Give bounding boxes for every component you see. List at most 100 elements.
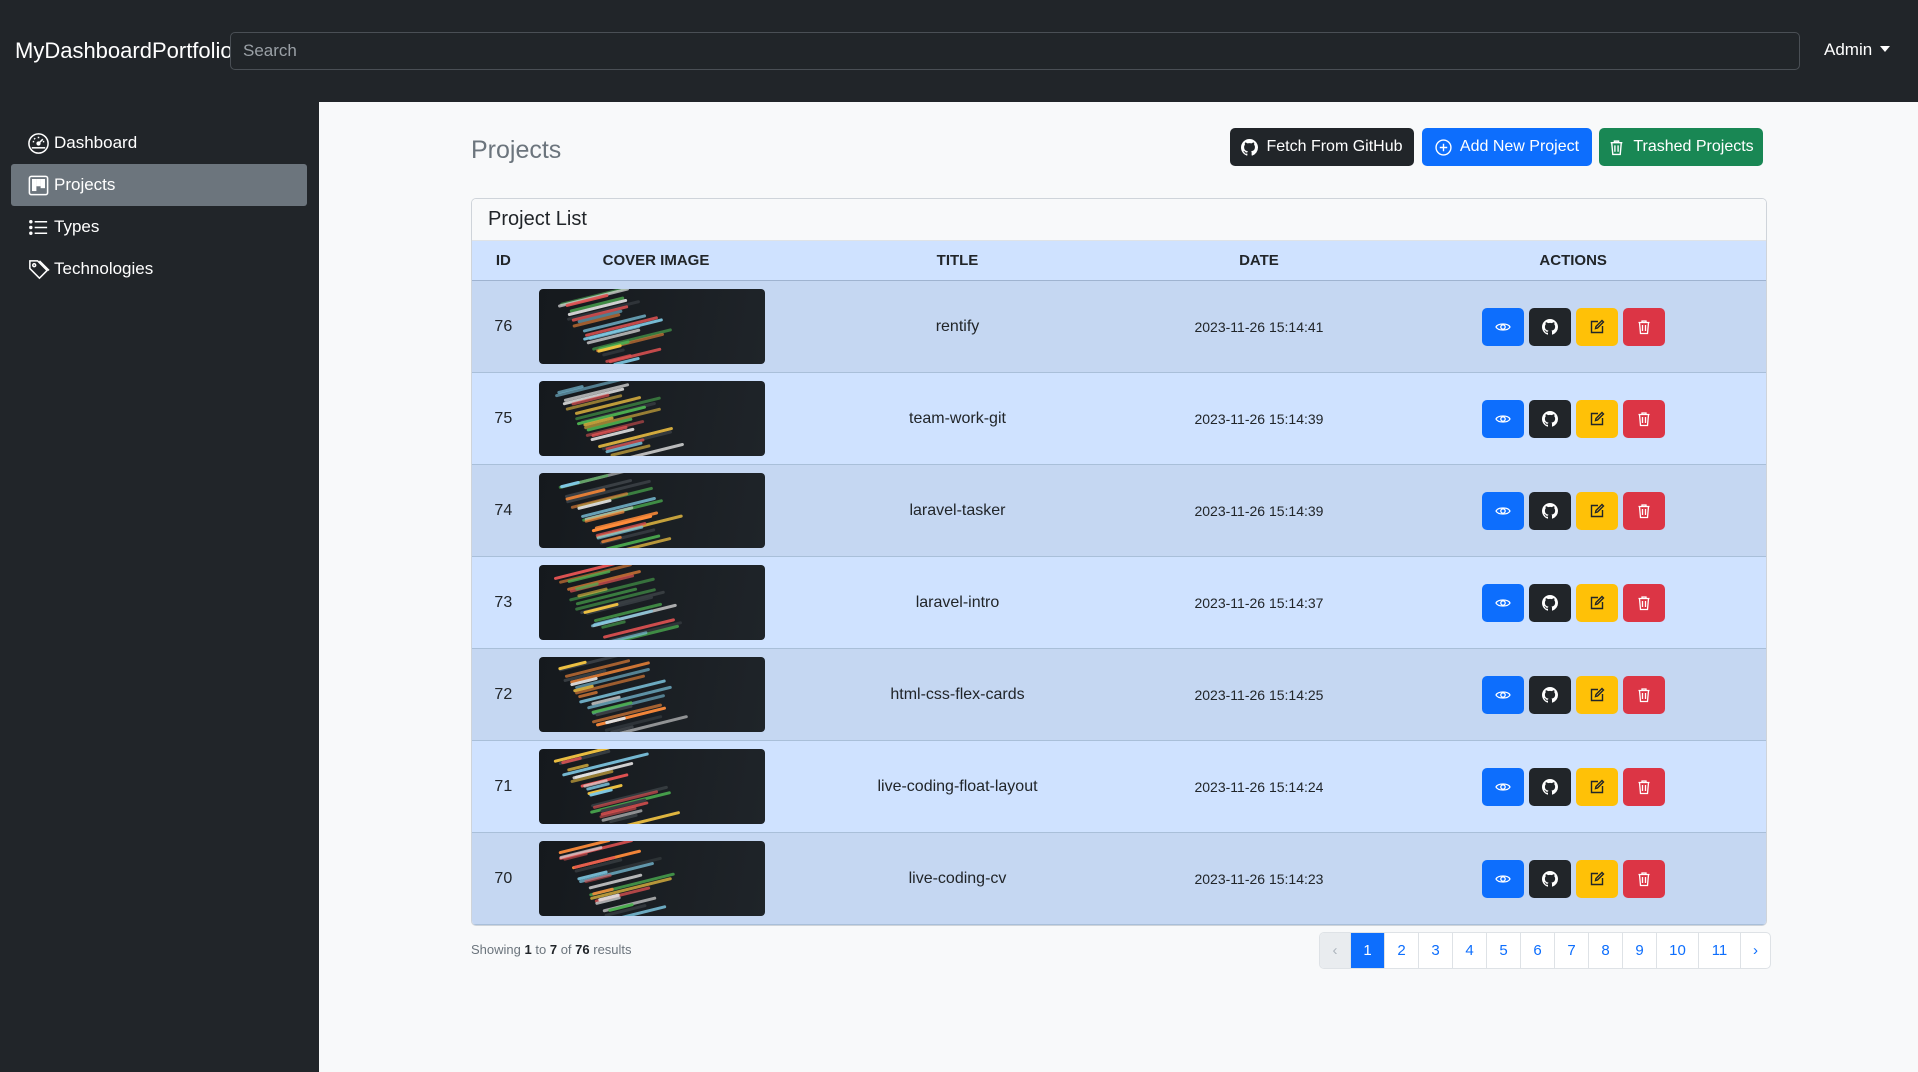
delete-button[interactable] — [1622, 583, 1665, 622]
edit-icon — [1589, 779, 1605, 795]
sidebar: Dashboard Projects Types Technologies — [0, 102, 319, 1072]
cell-cover — [535, 473, 778, 548]
pagination-page-5[interactable]: 5 — [1486, 933, 1520, 968]
edit-button[interactable] — [1575, 767, 1618, 806]
github-icon — [1541, 410, 1558, 427]
view-button[interactable] — [1481, 767, 1524, 806]
delete-button[interactable] — [1622, 307, 1665, 346]
pagination-page-8[interactable]: 8 — [1588, 933, 1622, 968]
trash-icon — [1610, 139, 1623, 155]
pagination-page-4[interactable]: 4 — [1452, 933, 1486, 968]
cover-image — [538, 381, 765, 456]
github-button[interactable] — [1528, 583, 1571, 622]
column-header-cover: COVER IMAGE — [602, 252, 710, 269]
pagination-next-button[interactable]: › — [1740, 933, 1770, 968]
page-title: Projects — [471, 136, 562, 164]
code-line — [559, 480, 581, 489]
plus-circle-icon — [1435, 138, 1452, 156]
cell-title: laravel-intro — [915, 593, 1000, 611]
card-title: Project List — [472, 199, 1766, 241]
table-row: 70 live-coding-cv 2023-11-26 15:14:23 — [472, 833, 1766, 925]
github-button[interactable] — [1528, 859, 1571, 898]
delete-button[interactable] — [1622, 675, 1665, 714]
cell-actions — [1380, 675, 1766, 714]
pagination: ‹ 1 2 3 4 5 6 7 8 9 10 11 › — [1319, 932, 1771, 969]
column-header-date: DATE — [1239, 252, 1279, 269]
pagination-page-1[interactable]: 1 — [1350, 933, 1384, 968]
delete-button[interactable] — [1622, 399, 1665, 438]
github-button[interactable] — [1528, 767, 1571, 806]
trash-icon — [1636, 595, 1652, 611]
sidebar-item-projects[interactable]: Projects — [11, 164, 307, 206]
edit-icon — [1589, 503, 1605, 519]
cell-cover — [535, 841, 778, 916]
eye-icon — [1494, 595, 1511, 611]
cover-image — [538, 749, 765, 824]
cell-title: live-coding-float-layout — [877, 777, 1038, 795]
view-button[interactable] — [1481, 491, 1524, 530]
view-button[interactable] — [1481, 307, 1524, 346]
cell-title: html-css-flex-cards — [890, 685, 1025, 703]
sidebar-item-dashboard[interactable]: Dashboard — [11, 122, 307, 164]
pagination-page-3[interactable]: 3 — [1418, 933, 1452, 968]
add-project-label: Add New Project — [1459, 138, 1580, 155]
cell-cover — [535, 749, 778, 824]
cell-id: 75 — [494, 409, 513, 427]
cover-image — [538, 565, 765, 640]
view-button[interactable] — [1481, 583, 1524, 622]
cell-date: 2023-11-26 15:14:37 — [1194, 594, 1324, 611]
cell-id: 73 — [494, 593, 513, 611]
summary-suffix: results — [593, 942, 632, 957]
delete-button[interactable] — [1622, 491, 1665, 530]
cell-title: team-work-git — [909, 409, 1006, 427]
view-button[interactable] — [1481, 399, 1524, 438]
eye-icon — [1494, 503, 1511, 519]
github-button[interactable] — [1528, 307, 1571, 346]
column-header-actions: ACTIONS — [1539, 252, 1607, 269]
edit-icon — [1589, 871, 1605, 887]
pagination-page-2[interactable]: 2 — [1384, 933, 1418, 968]
sidebar-item-label: Dashboard — [54, 133, 138, 152]
github-button[interactable] — [1528, 491, 1571, 530]
cover-image — [538, 289, 765, 364]
pagination-page-11[interactable]: 11 — [1698, 933, 1740, 968]
delete-button[interactable] — [1622, 767, 1665, 806]
edit-button[interactable] — [1575, 859, 1618, 898]
cell-actions — [1380, 307, 1766, 346]
fetch-github-label: Fetch From GitHub — [1266, 138, 1403, 155]
cell-actions — [1380, 399, 1766, 438]
pagination-page-10[interactable]: 10 — [1656, 933, 1698, 968]
fetch-github-button[interactable]: Fetch From GitHub — [1230, 128, 1414, 166]
cell-id: 76 — [494, 317, 513, 335]
view-button[interactable] — [1481, 859, 1524, 898]
pagination-prev-button: ‹ — [1320, 933, 1350, 968]
sidebar-item-types[interactable]: Types — [11, 206, 307, 248]
edit-button[interactable] — [1575, 583, 1618, 622]
sidebar-item-technologies[interactable]: Technologies — [11, 248, 307, 290]
edit-button[interactable] — [1575, 675, 1618, 714]
github-button[interactable] — [1528, 399, 1571, 438]
eye-icon — [1494, 779, 1511, 795]
cell-date: 2023-11-26 15:14:25 — [1194, 686, 1324, 703]
github-button[interactable] — [1528, 675, 1571, 714]
edit-icon — [1589, 411, 1605, 427]
summary-to-word: to — [535, 942, 547, 957]
cell-actions — [1380, 767, 1766, 806]
eye-icon — [1494, 871, 1511, 887]
pagination-page-7[interactable]: 7 — [1554, 933, 1588, 968]
edit-button[interactable] — [1575, 399, 1618, 438]
brand-logo[interactable]: MyDashboardPortfolio — [15, 38, 233, 64]
delete-button[interactable] — [1622, 859, 1665, 898]
trashed-projects-button[interactable]: Trashed Projects — [1599, 128, 1763, 166]
caret-down-icon — [1880, 46, 1891, 52]
search-input[interactable] — [230, 32, 1800, 70]
user-menu-toggle[interactable]: Admin — [1824, 40, 1891, 60]
edit-button[interactable] — [1575, 491, 1618, 530]
view-button[interactable] — [1481, 675, 1524, 714]
add-project-button[interactable]: Add New Project — [1422, 128, 1592, 166]
pagination-page-6[interactable]: 6 — [1520, 933, 1554, 968]
column-header-id: ID — [495, 252, 511, 269]
edit-button[interactable] — [1575, 307, 1618, 346]
pagination-page-9[interactable]: 9 — [1622, 933, 1656, 968]
table-header: ID COVER IMAGE TITLE DATE ACTIONS — [472, 241, 1766, 281]
